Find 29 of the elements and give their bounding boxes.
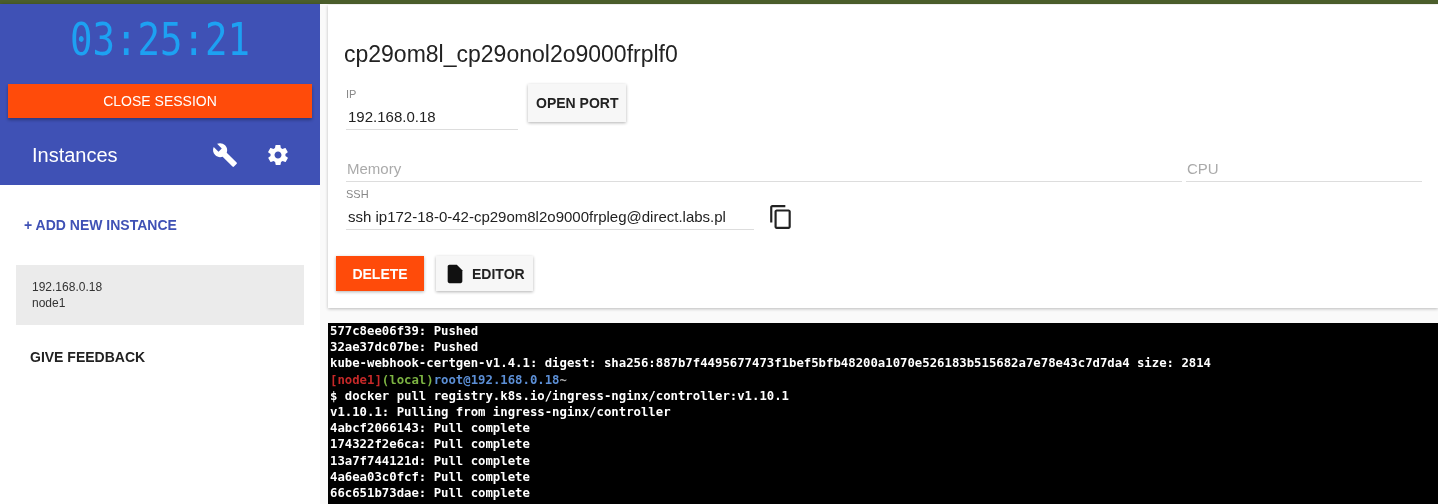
terminal-line: $ docker pull registry.k8s.io/ingress-nginx/controller:v1.10.1 [330,387,789,404]
editor-button[interactable]: EDITOR [436,256,533,291]
give-feedback-link[interactable]: GIVE FEEDBACK [16,349,304,365]
terminal-line: kube-webhook-certgen-v1.4.1: digest: sha256:887b7f4495677473f1bef5bfb48200a1070e526183b515682a7e78e43c7d7da4 size: 2814 [330,355,1211,372]
terminal-line: 66c651b73dae: Pull complete [330,485,530,502]
open-port-button[interactable]: OPEN PORT [528,84,627,122]
terminal-line: 577c8ee06f39: Pushed [330,323,479,340]
settings-icon[interactable] [266,143,290,167]
instance-title: cp29om8l_cp29onol2o9000frplf0 [344,41,679,68]
terminal-line: v1.10.1: Pulling from ingress-nginx/controller [330,404,671,421]
terminal-line: [node1](local)root@192.168.0.18~ [330,371,567,388]
instances-title: Instances [32,143,119,167]
session-timer: 03:25:21 [68,13,252,67]
ssh-field[interactable]: SSH ssh ip172-18-0-42-cp29om8l2o9000frpleg@direct.labs.pl [346,188,754,230]
instance-name: node1 [32,296,67,310]
terminal-line: 4abcf2066143: Pull complete [330,420,530,437]
terminal-line: 174322f2e6ca: Pull complete [330,436,530,453]
add-instance-link[interactable]: + ADD NEW INSTANCE [16,217,304,235]
terminal[interactable] [328,323,1438,504]
copy-icon[interactable] [768,204,794,230]
ip-field[interactable]: IP 192.168.0.18 [346,88,518,130]
cpu-field[interactable]: CPU [1186,156,1422,182]
terminal-line: 4a6ea03c0fcf: Pull complete [330,468,530,486]
terminal-line: 32ae37dc07be: Pushed [330,339,479,356]
instance-ip: 192.168.0.18 [32,280,104,294]
memory-field[interactable]: Memory [346,156,1182,182]
instance-item[interactable]: 192.168.0.18 node1 [16,265,304,325]
terminal-line: 13a7f744121d: Pull complete [330,452,530,469]
wrench-icon[interactable] [212,142,238,168]
